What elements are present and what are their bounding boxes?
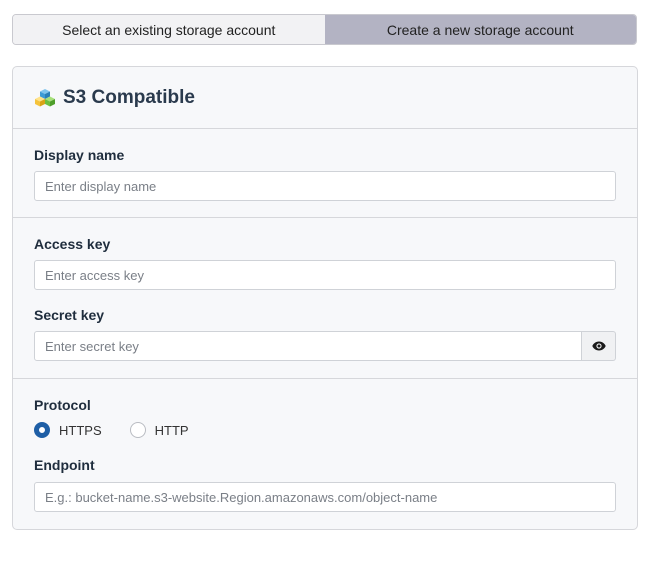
protocol-http-label: HTTP bbox=[154, 422, 189, 438]
protocol-http-radio[interactable] bbox=[129, 422, 146, 438]
card-header: S3 Compatible bbox=[13, 67, 637, 129]
tab-select-existing[interactable]: Select an existing storage account bbox=[13, 15, 325, 44]
display-name-input[interactable] bbox=[34, 171, 616, 201]
storage-account-page: Select an existing storage account Creat… bbox=[0, 0, 655, 566]
protocol-https-option[interactable]: HTTPS bbox=[34, 422, 102, 438]
protocol-https-label: HTTPS bbox=[59, 422, 102, 438]
secret-key-label: Secret key bbox=[34, 307, 105, 323]
secret-key-input[interactable] bbox=[34, 331, 582, 361]
secret-key-group bbox=[34, 331, 616, 361]
cube-icon bbox=[35, 88, 55, 108]
connection-section: Protocol HTTPS HTTP Endpoint bbox=[13, 379, 637, 512]
toggle-secret-visibility-button[interactable] bbox=[582, 331, 616, 361]
protocol-label: Protocol bbox=[34, 397, 91, 413]
endpoint-input[interactable] bbox=[34, 482, 616, 512]
display-name-label: Display name bbox=[34, 147, 125, 163]
account-mode-tabs: Select an existing storage account Creat… bbox=[12, 14, 637, 45]
s3-compatible-card: S3 Compatible Display name Access key Se… bbox=[12, 66, 638, 530]
tab-select-existing-label: Select an existing storage account bbox=[62, 21, 276, 38]
access-key-input[interactable] bbox=[34, 260, 616, 290]
credentials-section: Access key Secret key bbox=[13, 218, 637, 379]
protocol-radio-group: HTTPS HTTP bbox=[34, 422, 616, 438]
protocol-http-option[interactable]: HTTP bbox=[129, 422, 189, 438]
tab-create-new-label: Create a new storage account bbox=[386, 21, 574, 38]
eye-icon bbox=[591, 341, 606, 351]
tab-create-new[interactable]: Create a new storage account bbox=[324, 15, 636, 44]
protocol-https-radio[interactable] bbox=[34, 422, 50, 438]
endpoint-label: Endpoint bbox=[34, 457, 95, 473]
card-title: S3 Compatible bbox=[63, 86, 195, 108]
display-name-section: Display name bbox=[13, 129, 637, 218]
access-key-label: Access key bbox=[34, 236, 111, 252]
